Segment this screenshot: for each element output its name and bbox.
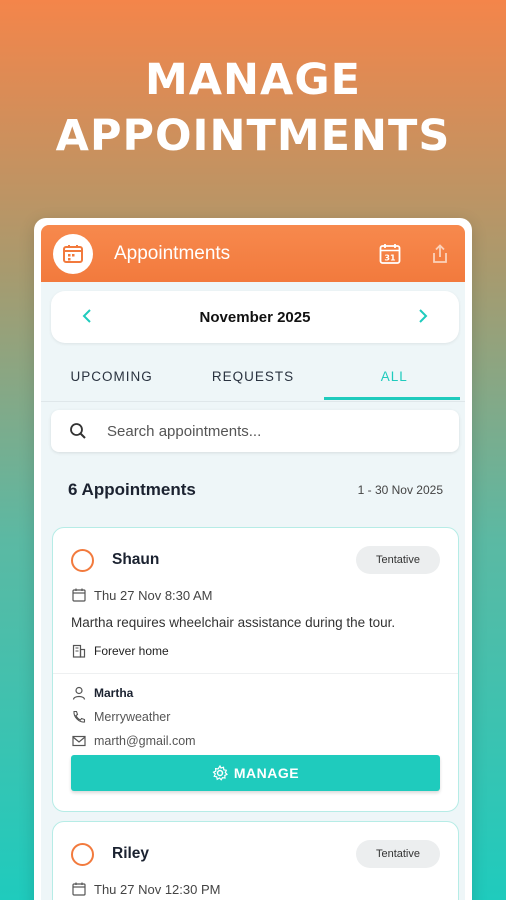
calendar-button[interactable]: 31 — [377, 241, 403, 267]
month-selector: November 2025 — [51, 291, 459, 343]
appointment-datetime: Thu 27 Nov 12:30 PM — [94, 881, 221, 897]
date-range: 1 - 30 Nov 2025 — [357, 483, 443, 497]
card-divider — [53, 673, 458, 674]
contact-email-row[interactable]: marth@gmail.com — [71, 733, 440, 749]
manage-button-label: MANAGE — [233, 765, 300, 781]
app-title: Appointments — [114, 242, 231, 264]
share-button[interactable] — [427, 241, 453, 267]
calendar-logo-icon — [63, 244, 83, 263]
search-input[interactable]: Search appointments... — [51, 410, 459, 452]
status-badge: Tentative — [355, 840, 440, 868]
chevron-left-icon — [82, 308, 91, 323]
appointment-datetime: Thu 27 Nov 8:30 AM — [94, 587, 213, 603]
hero-title: MANAGE APPOINTMENTS — [0, 52, 506, 164]
search-icon — [70, 423, 86, 439]
hero-line-2: APPOINTMENTS — [55, 111, 451, 161]
phone-icon — [71, 709, 87, 725]
chevron-right-icon — [419, 308, 428, 323]
summary-row: 6 Appointments 1 - 30 Nov 2025 — [68, 480, 443, 500]
contact-phone: Merryweather — [94, 710, 171, 724]
appointment-note: Martha requires wheelchair assistance du… — [71, 615, 396, 630]
gear-icon — [212, 765, 228, 781]
calendar-icon-day: 31 — [384, 253, 396, 262]
appointment-card[interactable]: Shaun Tentative Thu 27 Nov 8:30 AM Marth… — [52, 527, 459, 812]
contact-email: marth@gmail.com — [94, 734, 196, 748]
phone-frame: Appointments 31 November 2025 UPCOMING R… — [34, 218, 472, 900]
calendar-small-icon — [71, 881, 87, 897]
appointment-location-row: Forever home — [71, 643, 440, 659]
mail-icon — [71, 733, 87, 749]
appointment-card[interactable]: Riley Tentative Thu 27 Nov 12:30 PM — [52, 821, 459, 900]
tab-upcoming[interactable]: UPCOMING — [41, 363, 182, 405]
tab-bar: UPCOMING REQUESTS ALL — [41, 363, 465, 405]
appointment-count: 6 Appointments — [68, 480, 196, 499]
app-bar: Appointments 31 — [41, 225, 465, 282]
calendar-icon: 31 — [379, 243, 401, 264]
contact-name: Martha — [94, 686, 134, 700]
contact-phone-row[interactable]: Merryweather — [71, 709, 440, 725]
building-icon — [71, 643, 87, 659]
calendar-small-icon — [71, 587, 87, 603]
next-month-button[interactable] — [413, 306, 433, 329]
tab-requests[interactable]: REQUESTS — [182, 363, 323, 405]
hero-line-1: MANAGE — [144, 55, 361, 105]
month-label: November 2025 — [199, 308, 311, 326]
tab-all[interactable]: ALL — [323, 363, 465, 405]
tabs-divider — [41, 401, 465, 402]
appointment-datetime-row: Thu 27 Nov 12:30 PM — [71, 881, 440, 897]
prev-month-button[interactable] — [77, 306, 97, 329]
share-icon — [433, 243, 447, 263]
app-screen: Appointments 31 November 2025 UPCOMING R… — [41, 225, 465, 900]
search-placeholder: Search appointments... — [107, 422, 262, 440]
status-circle-icon[interactable] — [71, 548, 94, 572]
appointment-location: Forever home — [94, 644, 169, 658]
status-circle-icon[interactable] — [71, 842, 94, 866]
manage-button[interactable]: MANAGE — [71, 755, 440, 791]
status-badge: Tentative — [355, 546, 440, 574]
person-icon — [71, 685, 87, 701]
contact-name-row: Martha — [71, 685, 440, 701]
appointment-name: Shaun — [112, 551, 160, 568]
appointment-datetime-row: Thu 27 Nov 8:30 AM — [71, 587, 440, 603]
appointment-name: Riley — [112, 845, 150, 862]
app-logo — [53, 233, 93, 274]
